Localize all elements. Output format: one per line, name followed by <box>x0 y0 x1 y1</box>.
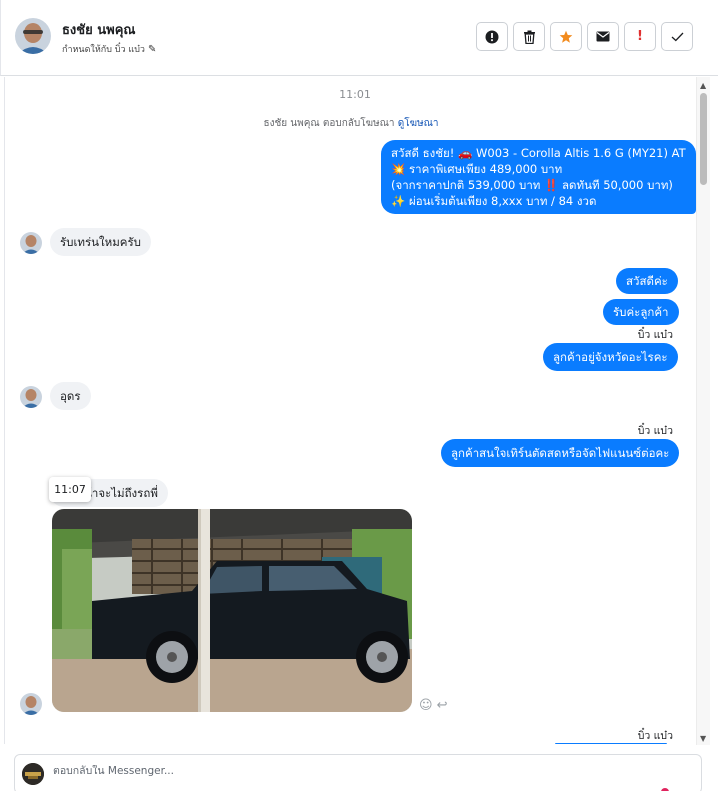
incoming-message: อุดร <box>50 382 91 410</box>
page-avatar <box>22 763 44 785</box>
star-icon <box>559 30 573 43</box>
pencil-icon[interactable]: ✎ <box>148 44 156 55</box>
contact-avatar-small[interactable] <box>20 232 42 254</box>
outgoing-message: ลูกค้าอยู่จังหวัดอะไรคะ <box>543 343 678 371</box>
conversation-header: ธงชัย นพคุณ กำหนดให้กับ บิ๋ว แบ๋ว ✎ ! <box>0 0 718 76</box>
contact-avatar-small[interactable] <box>20 386 42 408</box>
done-button[interactable] <box>661 22 693 51</box>
assigned-to-text: กำหนดให้กับ บิ๋ว แบ๋ว <box>62 45 145 55</box>
exclamation-icon: ! <box>637 29 643 44</box>
message-thread[interactable]: 11:01 ธงชัย นพคุณ ตอบกลับโฆษณา ดูโฆษณา ส… <box>4 77 696 744</box>
message-composer <box>14 754 702 791</box>
outgoing-ad-message: สวัสดี ธงชัย! 🚗 W003 - Corolla Altis 1.6… <box>381 140 696 214</box>
check-icon <box>671 32 683 41</box>
star-button[interactable] <box>550 22 582 51</box>
contact-name: ธงชัย นพคุณ <box>62 23 136 38</box>
outgoing-message: ลูกค้าสนใจเทิร์นตัดสดหรือจัดไฟแนนซ์ต่อคะ <box>441 439 680 467</box>
ad-line-1: สวัสดี ธงชัย! 🚗 W003 - Corolla Altis 1.6… <box>391 146 686 160</box>
outgoing-message-partial <box>555 743 667 744</box>
email-button[interactable] <box>587 22 619 51</box>
important-button[interactable]: ! <box>624 22 656 51</box>
seen-indicator: บิ๋ว แบ๋ว <box>637 425 673 437</box>
report-button[interactable] <box>476 22 508 51</box>
seen-indicator: บิ๋ว แบ๋ว <box>637 329 673 341</box>
ad-reply-text: ธงชัย นพคุณ ตอบกลับโฆษณา <box>263 118 395 129</box>
ad-line-2: 💥 ราคาพิเศษเพียง 489,000 บาท <box>391 162 563 176</box>
reply-input[interactable] <box>53 765 653 777</box>
contact-avatar-small[interactable] <box>20 693 42 715</box>
assignment-label[interactable]: กำหนดให้กับ บิ๋ว แบ๋ว ✎ <box>62 42 156 56</box>
ad-line-4: ✨ ผ่อนเริ่มต้นเพียง 8,xxx บาท / 84 งวด <box>391 194 597 208</box>
envelope-icon <box>596 31 610 42</box>
delete-button[interactable] <box>513 22 545 51</box>
car-photo[interactable] <box>52 509 412 712</box>
seen-indicator: บิ๋ว แบ๋ว <box>637 730 673 742</box>
thread-scrollbar[interactable]: ▲ ▼ <box>696 77 710 745</box>
outgoing-message: สวัสดีค่ะ <box>616 268 678 294</box>
trash-icon <box>523 30 535 44</box>
header-actions: ! <box>476 22 693 51</box>
emoji-react-icon[interactable]: ☺ <box>419 698 433 713</box>
time-tooltip: 11:07 <box>49 477 91 502</box>
scroll-up-icon[interactable]: ▲ <box>700 81 706 90</box>
view-ad-link[interactable]: ดูโฆษณา <box>398 118 439 129</box>
scroll-thumb[interactable] <box>700 93 707 185</box>
contact-avatar[interactable] <box>15 18 51 54</box>
alert-circle-icon <box>485 30 499 43</box>
thread-timestamp: 11:01 <box>339 88 371 101</box>
photo-actions: ☺ ↩ <box>419 698 447 713</box>
reply-arrow-icon[interactable]: ↩ <box>437 698 448 713</box>
outgoing-message: รับค่ะลูกค้า <box>603 299 679 325</box>
ad-reply-notice: ธงชัย นพคุณ ตอบกลับโฆษณา ดูโฆษณา <box>5 116 696 131</box>
scroll-down-icon[interactable]: ▼ <box>700 734 706 743</box>
ad-line-3: (จากราคาปกติ 539,000 บาท ‼️ ลดทันที 50,0… <box>391 178 673 192</box>
incoming-message: รับเทร่นใหมครับ <box>50 228 151 256</box>
